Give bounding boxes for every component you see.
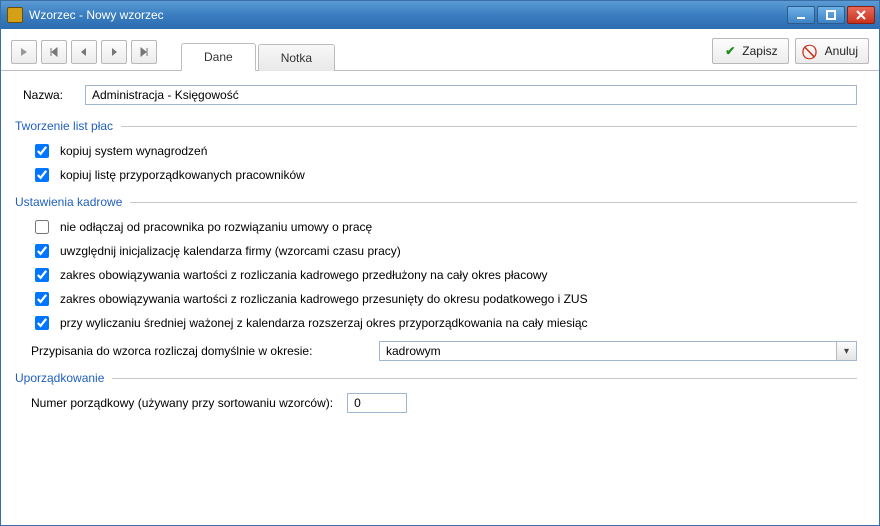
checkbox-shift-tax[interactable] <box>35 292 49 306</box>
section-order: Uporządkowanie Numer porządkowy (używany… <box>23 371 857 413</box>
chevron-down-icon[interactable] <box>836 342 856 360</box>
checkbox-copy-list[interactable] <box>35 168 49 182</box>
label-shift-tax[interactable]: zakres obowiązywania wartości z rozlicza… <box>60 292 588 306</box>
nav-prev-button[interactable] <box>71 40 97 64</box>
assign-row: Przypisania do wzorca rozliczaj domyślni… <box>31 341 857 361</box>
divider <box>121 126 857 127</box>
minimize-button[interactable] <box>787 6 815 24</box>
section-payroll: Tworzenie list płac kopiuj system wynagr… <box>23 119 857 185</box>
label-copy-system[interactable]: kopiuj system wynagrodzeń <box>60 144 207 158</box>
order-label: Numer porządkowy (używany przy sortowani… <box>31 396 333 410</box>
section-order-title: Uporządkowanie <box>15 371 104 385</box>
nav-first-button[interactable] <box>41 40 67 64</box>
titlebar: Wzorzec - Nowy wzorzec <box>1 1 879 29</box>
label-avg-month[interactable]: przy wyliczaniu średniej ważonej z kalen… <box>60 316 588 330</box>
cancel-button-label: Anuluj <box>825 44 858 58</box>
save-button-label: Zapisz <box>742 44 777 58</box>
check-icon <box>723 44 737 58</box>
label-copy-list[interactable]: kopiuj listę przyporządkowanych pracowni… <box>60 168 305 182</box>
close-button[interactable] <box>847 6 875 24</box>
tab-strip: Dane Notka <box>181 42 337 70</box>
divider <box>112 378 857 379</box>
order-input[interactable] <box>347 393 407 413</box>
checkbox-calendar-init[interactable] <box>35 244 49 258</box>
checkbox-avg-month[interactable] <box>35 316 49 330</box>
tab-dane[interactable]: Dane <box>181 43 256 71</box>
section-hr: Ustawienia kadrowe nie odłączaj od praco… <box>23 195 857 361</box>
nav-next-button[interactable] <box>101 40 127 64</box>
nav-group <box>11 40 157 64</box>
cancel-button[interactable]: Anuluj <box>795 38 869 64</box>
label-no-detach[interactable]: nie odłączaj od pracownika po rozwiązani… <box>60 220 372 234</box>
content-area: Nazwa: Tworzenie list płac kopiuj system… <box>1 71 879 525</box>
name-label: Nazwa: <box>23 88 75 102</box>
tab-notka[interactable]: Notka <box>258 44 335 71</box>
section-payroll-title: Tworzenie list płac <box>15 119 113 133</box>
divider <box>130 202 857 203</box>
nav-play-button[interactable] <box>11 40 37 64</box>
order-row: Numer porządkowy (używany przy sortowani… <box>31 393 857 413</box>
maximize-button[interactable] <box>817 6 845 24</box>
save-button[interactable]: Zapisz <box>712 38 788 64</box>
toolbar: Dane Notka Zapisz Anuluj <box>1 29 879 71</box>
assign-select-value: kadrowym <box>380 342 836 360</box>
checkbox-copy-system[interactable] <box>35 144 49 158</box>
name-input[interactable] <box>85 85 857 105</box>
window-controls <box>787 6 875 24</box>
window: Wzorzec - Nowy wzorzec Dane Notka <box>0 0 880 526</box>
name-row: Nazwa: <box>23 85 857 105</box>
app-icon <box>7 7 23 23</box>
section-hr-title: Ustawienia kadrowe <box>15 195 122 209</box>
checkbox-extend-payroll[interactable] <box>35 268 49 282</box>
checkbox-no-detach[interactable] <box>35 220 49 234</box>
label-extend-payroll[interactable]: zakres obowiązywania wartości z rozlicza… <box>60 268 548 282</box>
assign-select[interactable]: kadrowym <box>379 341 857 361</box>
window-title: Wzorzec - Nowy wzorzec <box>29 8 787 22</box>
assign-label: Przypisania do wzorca rozliczaj domyślni… <box>31 344 371 358</box>
label-calendar-init[interactable]: uwzględnij inicjalizację kalendarza firm… <box>60 244 401 258</box>
cancel-icon <box>806 44 820 58</box>
nav-last-button[interactable] <box>131 40 157 64</box>
